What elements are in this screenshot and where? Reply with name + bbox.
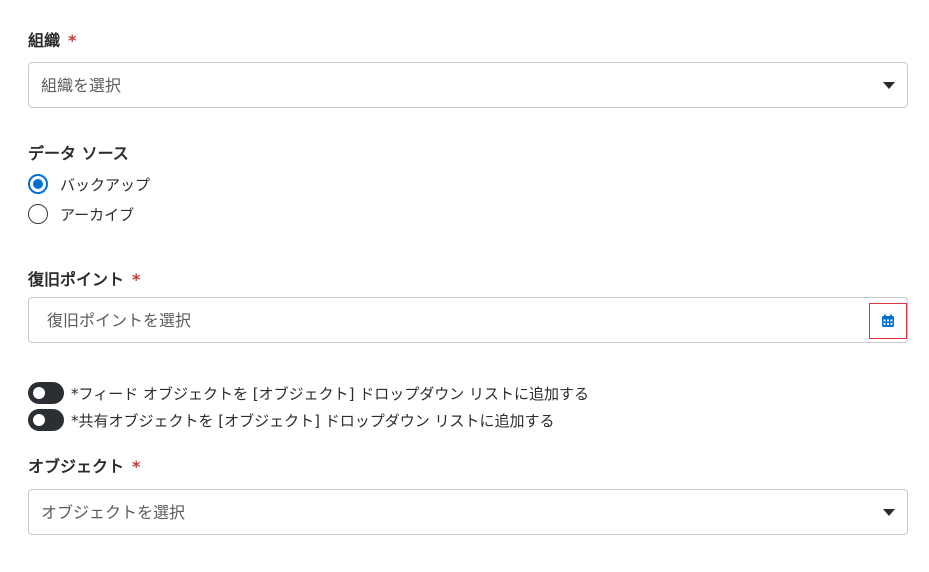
organization-select[interactable]: 組織を選択 bbox=[28, 62, 908, 108]
toggle-switch[interactable] bbox=[28, 382, 64, 404]
radio-option-backup[interactable]: バックアップ bbox=[28, 173, 150, 195]
required-asterisk: * bbox=[132, 270, 141, 289]
organization-label: 組織 * bbox=[28, 31, 76, 51]
organization-placeholder: 組織を選択 bbox=[41, 76, 122, 95]
organization-label-text: 組織 bbox=[28, 31, 61, 50]
data-source-label: データ ソース bbox=[28, 144, 129, 163]
toggle-row-feed-objects[interactable]: *フィード オブジェクトを [オブジェクト] ドロップダウン リストに追加する bbox=[28, 381, 589, 405]
restore-point-placeholder: 復旧ポイントを選択 bbox=[47, 311, 192, 330]
calendar-button[interactable] bbox=[869, 303, 907, 339]
radio-option-archive[interactable]: アーカイブ bbox=[28, 203, 134, 225]
object-label-text: オブジェクト bbox=[28, 457, 125, 476]
radio-option-label: バックアップ bbox=[60, 175, 151, 194]
object-select[interactable]: オブジェクトを選択 bbox=[28, 489, 908, 535]
toggle-row-shared-objects[interactable]: *共有オブジェクトを [オブジェクト] ドロップダウン リストに追加する bbox=[28, 408, 555, 432]
restore-point-input[interactable]: 復旧ポイントを選択 bbox=[28, 297, 908, 343]
required-asterisk: * bbox=[68, 31, 77, 50]
calendar-icon bbox=[882, 314, 894, 327]
toggle-label: *フィード オブジェクトを [オブジェクト] ドロップダウン リストに追加する bbox=[71, 384, 589, 403]
chevron-down-icon bbox=[883, 82, 895, 89]
toggle-label: *共有オブジェクトを [オブジェクト] ドロップダウン リストに追加する bbox=[71, 411, 555, 430]
object-label: オブジェクト * bbox=[28, 457, 140, 477]
chevron-down-icon bbox=[883, 509, 895, 516]
restore-point-label-text: 復旧ポイント bbox=[28, 270, 125, 289]
restore-point-label: 復旧ポイント * bbox=[28, 270, 140, 290]
radio-option-label: アーカイブ bbox=[60, 205, 135, 224]
radio-checked-icon[interactable] bbox=[28, 174, 48, 194]
required-asterisk: * bbox=[132, 457, 141, 476]
toggle-switch[interactable] bbox=[28, 409, 64, 431]
object-placeholder: オブジェクトを選択 bbox=[41, 503, 186, 522]
radio-unchecked-icon[interactable] bbox=[28, 204, 48, 224]
